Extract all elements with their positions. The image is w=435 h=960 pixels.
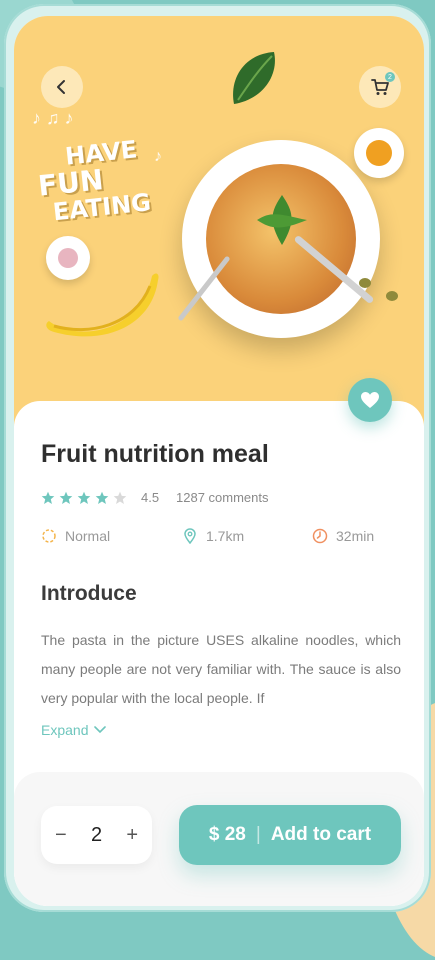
chevron-down-icon <box>94 726 107 734</box>
slogan: HAVE FUN EATING <box>34 135 153 226</box>
chevron-left-icon <box>57 80 65 94</box>
cart-button[interactable]: 2 <box>359 66 401 108</box>
olive-image <box>359 278 371 288</box>
quantity-value: 2 <box>90 823 103 846</box>
meta-level: Normal <box>41 528 110 544</box>
quantity-stepper: − 2 + <box>41 806 152 864</box>
meta-distance-label: 1.7km <box>206 528 245 544</box>
meta-time: 32min <box>312 528 374 544</box>
meta-level-label: Normal <box>65 528 111 544</box>
olive-image <box>386 291 398 301</box>
price-label: $ 28 <box>208 824 246 845</box>
star-icon <box>77 491 91 504</box>
music-notes-2: ♪ <box>154 148 162 165</box>
banana-image <box>46 273 159 337</box>
decrement-button[interactable]: − <box>55 824 67 847</box>
pasta-plate <box>182 140 380 338</box>
heart-icon <box>361 392 379 408</box>
star-icon <box>95 491 109 504</box>
comments-count[interactable]: 1287 comments <box>176 490 269 505</box>
meta-distance: 1.7km <box>182 528 244 544</box>
add-to-cart-label: Add to cart <box>270 824 372 845</box>
cart-badge: 2 <box>385 72 395 82</box>
star-empty-icon <box>113 491 127 504</box>
sun-icon <box>42 529 56 543</box>
star-icon <box>59 491 73 504</box>
add-to-cart-button[interactable]: $ 28 | Add to cart <box>179 805 401 865</box>
back-button[interactable] <box>41 66 83 108</box>
music-notes: ♪ ♫ ♪ <box>32 108 74 128</box>
jam-bowl <box>354 128 404 178</box>
intro-heading: Introduce <box>41 582 137 605</box>
clock-icon <box>312 528 328 544</box>
leaf-icon <box>233 52 275 104</box>
favorite-button[interactable] <box>348 378 392 422</box>
location-pin-icon <box>184 528 196 544</box>
expand-link[interactable]: Expand <box>41 722 107 738</box>
hero-image: ♪ ♫ ♪ ♪ HAVE FUN EATING 2 <box>14 16 424 426</box>
expand-label: Expand <box>41 722 89 738</box>
rating-value: 4.5 <box>141 490 160 505</box>
phone-frame: ♪ ♫ ♪ ♪ HAVE FUN EATING 2 Fruit nutritio… <box>4 4 431 912</box>
screen: ♪ ♫ ♪ ♪ HAVE FUN EATING 2 Fruit nutritio… <box>14 16 424 906</box>
meta-time-label: 32min <box>336 528 375 544</box>
intro-text: The pasta in the picture USES alkaline n… <box>41 632 401 706</box>
rating-stars <box>41 491 127 505</box>
product-title: Fruit nutrition meal <box>41 440 269 468</box>
price-separator: | <box>255 824 261 845</box>
increment-button[interactable]: + <box>126 824 138 847</box>
star-icon <box>41 491 55 504</box>
